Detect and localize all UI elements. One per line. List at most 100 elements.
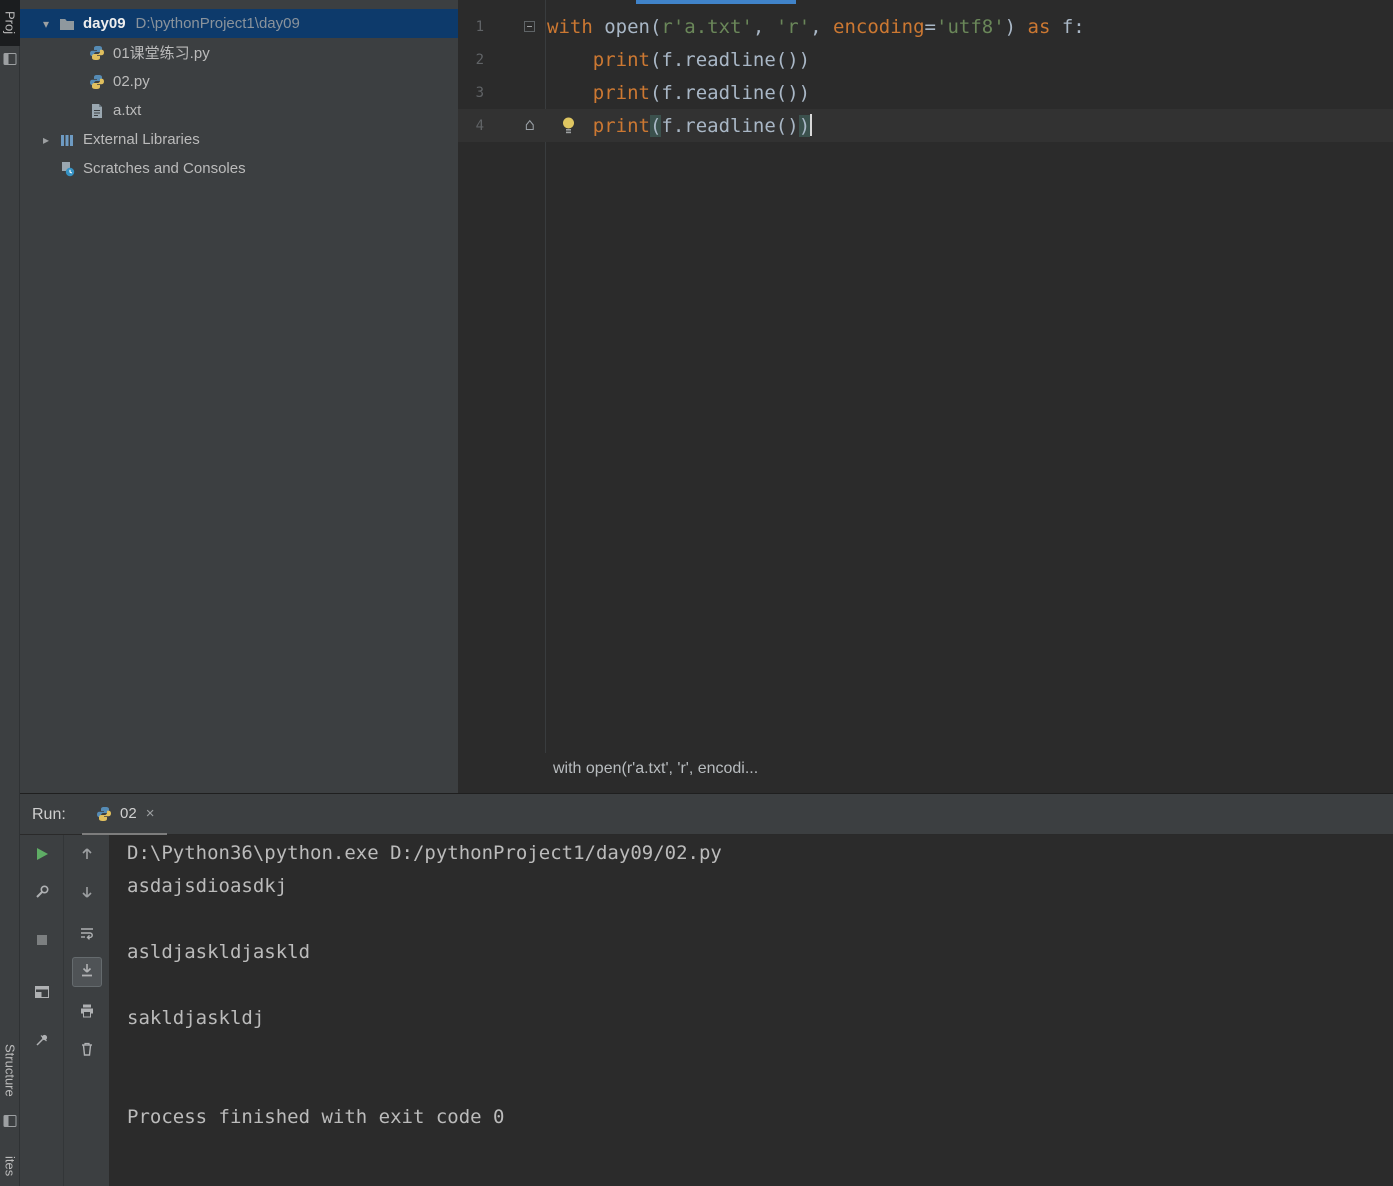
tool-button-structure-label: Structure bbox=[2, 1043, 18, 1097]
line-number: 1 bbox=[475, 18, 484, 35]
code-token: ) bbox=[1004, 15, 1028, 38]
soft-wrap-button[interactable] bbox=[72, 920, 102, 950]
run-icon bbox=[34, 846, 50, 867]
up-stacktrace-button[interactable] bbox=[72, 841, 102, 871]
console-line: asldjaskldjaskld bbox=[127, 941, 311, 963]
pin-tab-button[interactable] bbox=[27, 1027, 57, 1057]
code-token: (f.readline()) bbox=[649, 81, 811, 104]
code-token: (f.readline()) bbox=[649, 48, 811, 71]
up-arrow-icon bbox=[79, 846, 95, 867]
python-file-icon bbox=[88, 45, 106, 61]
code-line-2[interactable]: 2 print(f.readline()) bbox=[458, 43, 1393, 76]
print-icon bbox=[79, 1003, 95, 1024]
stop-button[interactable] bbox=[27, 927, 57, 957]
tool-button-structure[interactable]: Structure bbox=[0, 1032, 20, 1108]
run-toolbar bbox=[20, 835, 64, 1186]
tool-button-project[interactable]: Proj bbox=[0, 0, 20, 46]
gutter bbox=[484, 21, 545, 32]
run-label: Run: bbox=[32, 805, 66, 823]
project-item[interactable]: 02.py bbox=[20, 67, 458, 96]
down-arrow-icon bbox=[79, 884, 95, 905]
console-output[interactable]: D:\Python36\python.exe D:/pythonProject1… bbox=[110, 835, 1393, 1186]
code-text[interactable]: print(f.readline()) bbox=[547, 114, 813, 137]
project-item-label: External Libraries bbox=[83, 131, 200, 148]
code-token: print bbox=[592, 48, 650, 71]
tool-button-favorites-label: ites bbox=[2, 1155, 18, 1177]
rerun-button[interactable] bbox=[27, 841, 57, 871]
chevron-right-icon[interactable]: ▸ bbox=[34, 133, 58, 147]
console-line: sakldjaskldj bbox=[127, 1007, 265, 1029]
code-token: print bbox=[592, 115, 650, 137]
line-number: 2 bbox=[475, 51, 484, 68]
pin-icon bbox=[34, 1032, 50, 1053]
down-stacktrace-button[interactable] bbox=[72, 879, 102, 909]
project-root-path: D:\pythonProject1\day09 bbox=[135, 15, 300, 32]
code-token: = bbox=[924, 15, 936, 38]
chevron-down-icon[interactable]: ▾ bbox=[34, 17, 58, 31]
restore-layout-button[interactable] bbox=[27, 979, 57, 1009]
code-line-3[interactable]: 3 print(f.readline()) bbox=[458, 76, 1393, 109]
run-panel: Run: 02 × D:\Python36\python.exe D:/pyth… bbox=[20, 793, 1393, 1186]
project-item-label: 02.py bbox=[113, 73, 150, 90]
code-token: open( bbox=[592, 15, 662, 38]
text-caret bbox=[810, 114, 813, 136]
editor-panel[interactable]: 1 with open(r'a.txt', 'r', encoding='utf8… bbox=[458, 0, 1393, 793]
project-item[interactable]: a.txt bbox=[20, 96, 458, 125]
project-toolwindow-icon[interactable] bbox=[3, 52, 17, 66]
code-token: 'utf8' bbox=[936, 15, 1005, 38]
left-tool-stripe: Proj Structure ites bbox=[0, 0, 20, 1186]
progress-indicator bbox=[636, 0, 796, 4]
code-text[interactable]: print(f.readline()) bbox=[547, 49, 810, 71]
restore-layout-icon bbox=[34, 984, 50, 1005]
code-area[interactable]: 1 with open(r'a.txt', 'r', encoding='utf8… bbox=[458, 10, 1393, 142]
structure-toolwindow-icon[interactable] bbox=[3, 1114, 17, 1128]
scroll-end-icon bbox=[79, 962, 95, 983]
project-item[interactable]: ▸ External Libraries bbox=[20, 125, 458, 154]
code-token: f.readline() bbox=[661, 115, 799, 137]
scroll-to-end-button[interactable] bbox=[71, 957, 102, 987]
run-tab-02[interactable]: 02 × bbox=[82, 794, 168, 835]
code-token: , bbox=[752, 15, 776, 38]
run-settings-button[interactable] bbox=[27, 879, 57, 909]
editor-context-hint: with open(r'a.txt', 'r', encodi... bbox=[553, 760, 759, 777]
code-token: , bbox=[810, 15, 834, 38]
folder-icon bbox=[58, 16, 76, 32]
print-console-button[interactable] bbox=[72, 998, 102, 1028]
code-token: ( bbox=[649, 115, 662, 137]
code-token: print bbox=[592, 81, 650, 104]
project-item[interactable]: 01课堂练习.py bbox=[20, 38, 458, 67]
code-token: ) bbox=[798, 115, 811, 137]
project-root-name: day09 bbox=[83, 15, 126, 32]
code-token: encoding bbox=[833, 15, 925, 38]
tool-button-favorites[interactable]: ites bbox=[0, 1146, 20, 1186]
code-text[interactable]: print(f.readline()) bbox=[547, 82, 810, 104]
close-icon[interactable]: × bbox=[146, 805, 155, 822]
project-root-row[interactable]: ▾ day09 D:\pythonProject1\day09 bbox=[20, 9, 458, 38]
text-file-icon bbox=[88, 103, 106, 119]
project-item[interactable]: Scratches and Consoles bbox=[20, 154, 458, 183]
run-header: Run: 02 × bbox=[20, 794, 1393, 835]
project-item-label: 01课堂练习.py bbox=[113, 45, 210, 62]
project-item-label: Scratches and Consoles bbox=[83, 160, 246, 177]
code-line-4[interactable]: 4 ⌂ print(f.readline()) bbox=[458, 109, 1393, 142]
line-number: 4 bbox=[475, 117, 484, 134]
libraries-icon bbox=[58, 132, 76, 148]
gutter: ⌂ bbox=[484, 117, 545, 134]
fold-icon[interactable] bbox=[524, 21, 535, 32]
intention-bulb-icon[interactable] bbox=[560, 116, 577, 135]
console-toolbar bbox=[64, 835, 110, 1186]
console-line: Process finished with exit code 0 bbox=[127, 1106, 505, 1128]
line-number: 3 bbox=[475, 84, 484, 101]
code-line-1[interactable]: 1 with open(r'a.txt', 'r', encoding='utf8… bbox=[458, 10, 1393, 43]
clear-console-button[interactable] bbox=[72, 1036, 102, 1066]
bookmark-icon[interactable]: ⌂ bbox=[525, 117, 535, 134]
code-text[interactable]: with open(r'a.txt', 'r', encoding='utf8'… bbox=[547, 16, 1085, 38]
scratches-icon bbox=[58, 161, 76, 177]
tool-button-project-label: Proj bbox=[2, 11, 18, 35]
code-token: with bbox=[547, 15, 593, 38]
python-file-icon bbox=[95, 806, 113, 822]
project-item-label: a.txt bbox=[113, 102, 142, 119]
